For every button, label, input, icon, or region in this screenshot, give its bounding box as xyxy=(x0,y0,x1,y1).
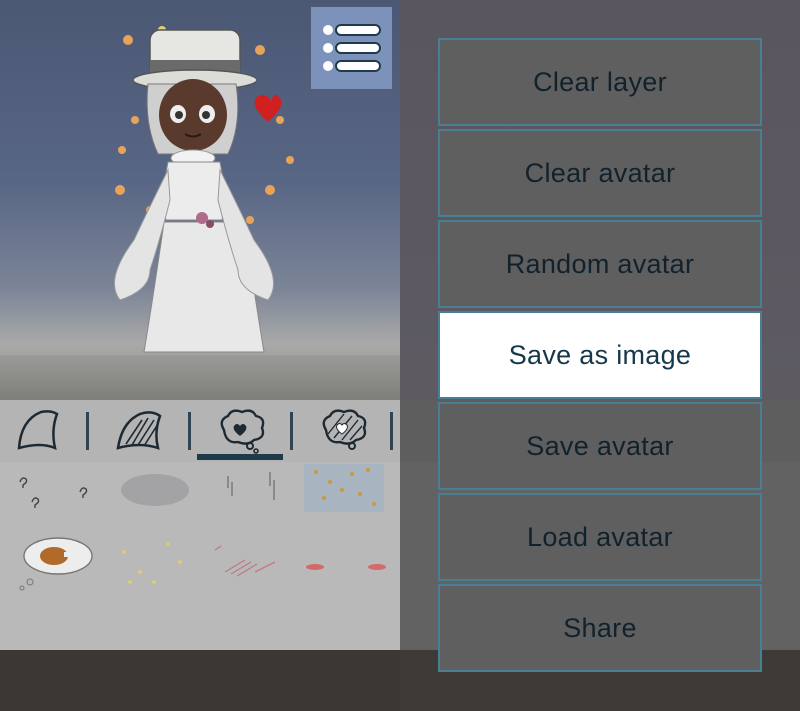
list-icon xyxy=(322,24,381,72)
blush-oval-icon xyxy=(306,564,386,570)
rain-icon xyxy=(227,472,275,500)
sparkles-icon xyxy=(314,468,376,506)
category-tab-thought-heart[interactable] xyxy=(210,404,270,458)
hair-front-icon xyxy=(17,410,59,451)
menu-item-load-avatar[interactable]: Load avatar xyxy=(438,493,762,581)
tab-separator xyxy=(390,412,393,450)
avatar-stage xyxy=(0,0,400,400)
tab-separator xyxy=(290,412,293,450)
item-sparkles-yellow[interactable] xyxy=(304,464,384,512)
item-red-ovals[interactable] xyxy=(295,552,395,582)
menu-button[interactable] xyxy=(311,7,392,89)
menu-item-clear-avatar[interactable]: Clear avatar xyxy=(438,129,762,217)
item-rain-marks[interactable] xyxy=(205,464,295,512)
menu-item-save-avatar[interactable]: Save avatar xyxy=(438,402,762,490)
menu-item-random-avatar[interactable]: Random avatar xyxy=(438,220,762,308)
item-food-bubble[interactable] xyxy=(10,532,100,592)
item-question-marks[interactable] xyxy=(10,468,100,516)
item-grey-cloud[interactable] xyxy=(110,464,200,512)
menu-item-clear-layer[interactable]: Clear layer xyxy=(438,38,762,126)
tab-separator xyxy=(188,412,191,450)
item-yellow-sparkles[interactable] xyxy=(110,532,200,592)
bottom-bar xyxy=(0,650,400,711)
sparkles-icon xyxy=(122,542,182,584)
item-grid xyxy=(0,462,400,650)
item-pink-scribbles[interactable] xyxy=(205,532,295,592)
thought-bubble-striped-icon xyxy=(322,409,367,450)
cloud-icon xyxy=(121,474,189,506)
avatar-preview xyxy=(113,26,294,353)
avatar-editor-pane xyxy=(0,0,400,711)
hair-striped-icon xyxy=(116,411,162,450)
category-tab-bar xyxy=(0,400,400,462)
category-tab-hair-striped[interactable] xyxy=(108,404,168,458)
menu-item-save-as-image[interactable]: Save as image xyxy=(438,311,762,399)
question-marks-icon xyxy=(19,477,88,508)
chicken-leg-bubble-icon xyxy=(19,537,93,591)
menu-item-share[interactable]: Share xyxy=(438,584,762,672)
category-tab-thought-striped[interactable] xyxy=(312,404,372,458)
selected-tab-indicator xyxy=(197,454,283,460)
thought-bubble-heart-icon xyxy=(220,409,265,454)
category-tab-hair-front[interactable] xyxy=(6,404,66,458)
tab-separator xyxy=(86,412,89,450)
blush-scribble-icon xyxy=(214,545,276,577)
